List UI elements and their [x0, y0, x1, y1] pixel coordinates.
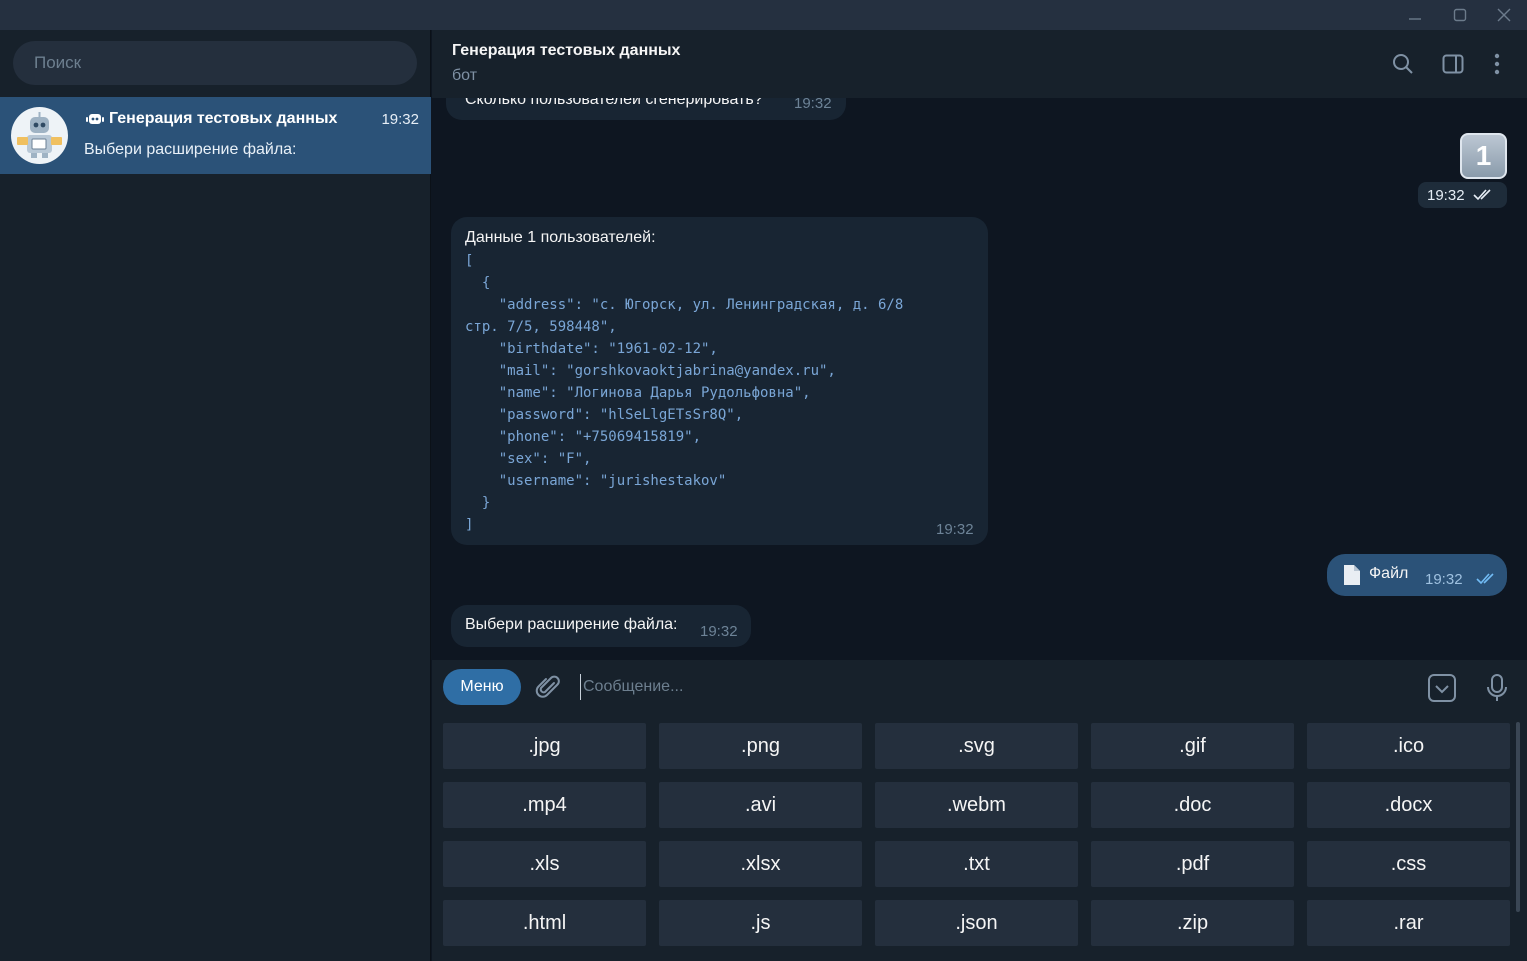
chat-item-time: 19:32 [381, 111, 419, 128]
chat-item-title: Генерация тестовых данных [84, 110, 337, 128]
message-time: 19:32 [700, 623, 738, 640]
key-css[interactable]: .css [1307, 841, 1510, 887]
key-zip[interactable]: .zip [1091, 900, 1294, 946]
double-check-icon [1476, 573, 1494, 585]
more-button[interactable] [1481, 48, 1513, 80]
avatar [11, 107, 68, 164]
key-ico[interactable]: .ico [1307, 723, 1510, 769]
chat-item-name: Генерация тестовых данных [109, 110, 338, 127]
keyboard-toggle-button[interactable] [1425, 671, 1459, 705]
attach-button[interactable] [533, 673, 563, 703]
message-time: 19:32 [936, 521, 974, 538]
chat-header: Генерация тестовых данных бот [432, 30, 1527, 98]
emoji-icon [1428, 674, 1456, 702]
message-time: 19:32 [1425, 571, 1463, 588]
message-text: Сколько пользователей сгенерировать? [465, 98, 763, 108]
microphone-icon [1487, 674, 1507, 701]
more-icon [1494, 53, 1500, 75]
chat-list-item[interactable]: Генерация тестовых данных 19:32 Выбери р… [0, 97, 431, 174]
key-svg[interactable]: .svg [875, 723, 1078, 769]
message-incoming: Выбери расширение файла: 19:32 [451, 605, 751, 647]
minimize-icon [1409, 18, 1421, 20]
key-xlsx[interactable]: .xlsx [659, 841, 862, 887]
key-png[interactable]: .png [659, 723, 862, 769]
chat-title[interactable]: Генерация тестовых данных [452, 42, 680, 60]
message-time: 19:32 [794, 98, 832, 112]
key-doc[interactable]: .doc [1091, 782, 1294, 828]
key-mp4[interactable]: .mp4 [443, 782, 646, 828]
reply-keyboard: .jpg .png .svg .gif .ico .mp4 .avi .webm… [432, 715, 1527, 961]
double-check-icon [1472, 189, 1491, 201]
key-html[interactable]: .html [443, 900, 646, 946]
file-icon [1344, 565, 1360, 585]
message-time: 19:32 [1427, 186, 1465, 204]
key-jpg[interactable]: .jpg [443, 723, 646, 769]
search-input[interactable]: Поиск [13, 41, 417, 85]
key-xls[interactable]: .xls [443, 841, 646, 887]
search-placeholder: Поиск [34, 53, 82, 72]
message-input-placeholder: Сообщение... [583, 678, 684, 695]
message-area: Сколько пользователей сгенерировать? 19:… [432, 98, 1527, 660]
maximize-icon [1453, 8, 1467, 22]
message-input[interactable]: Сообщение... [580, 674, 1380, 700]
key-json[interactable]: .json [875, 900, 1078, 946]
paperclip-icon [535, 675, 560, 698]
code-block[interactable]: [ { "address": "с. Югорск, ул. Ленинград… [465, 250, 903, 536]
sidebar-toggle-button[interactable] [1437, 48, 1469, 80]
message-outgoing-emoji: 1 [1460, 133, 1507, 179]
maximize-button[interactable] [1437, 0, 1483, 30]
key-webm[interactable]: .webm [875, 782, 1078, 828]
window-titlebar [0, 0, 1527, 30]
message-heading: Данные 1 пользователей: [465, 229, 656, 246]
keyboard-scrollbar[interactable] [1516, 722, 1520, 912]
key-avi[interactable]: .avi [659, 782, 862, 828]
bot-icon [86, 114, 104, 124]
key-txt[interactable]: .txt [875, 841, 1078, 887]
message-incoming-data: Данные 1 пользователей: [ { "address": "… [451, 217, 988, 545]
voice-button[interactable] [1482, 671, 1512, 705]
bot-menu-button[interactable]: Меню [443, 669, 521, 705]
close-icon [1497, 8, 1511, 22]
message-status-pill: 19:32 [1418, 182, 1507, 208]
chat-list-sidebar: Поиск Генерация тестовых данных 19:32 Вы… [0, 30, 431, 961]
close-button[interactable] [1481, 0, 1527, 30]
sidebar-toggle-icon [1442, 54, 1464, 74]
search-icon [1393, 54, 1413, 74]
chat-subtitle: бот [452, 67, 478, 84]
message-composer: Меню Сообщение... [432, 660, 1527, 715]
message-incoming: Сколько пользователей сгенерировать? 19:… [446, 98, 846, 120]
key-pdf[interactable]: .pdf [1091, 841, 1294, 887]
minimize-button[interactable] [1392, 0, 1438, 30]
chat-search-button[interactable] [1387, 48, 1419, 80]
file-name: Файл [1369, 565, 1409, 582]
message-text: Выбери расширение файла: [465, 616, 678, 633]
key-docx[interactable]: .docx [1307, 782, 1510, 828]
message-outgoing-file[interactable]: Файл 19:32 [1327, 554, 1507, 596]
chat-item-preview: Выбери расширение файла: [84, 141, 297, 158]
key-rar[interactable]: .rar [1307, 900, 1510, 946]
key-js[interactable]: .js [659, 900, 862, 946]
key-gif[interactable]: .gif [1091, 723, 1294, 769]
